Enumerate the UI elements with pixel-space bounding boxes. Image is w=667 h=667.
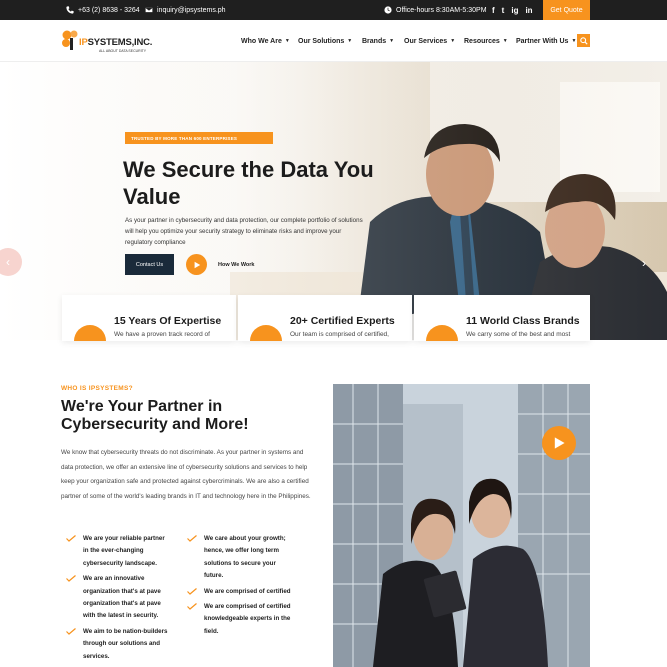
nav-who-we-are[interactable]: Who We Are ▼: [241, 20, 290, 62]
phone-number: +63 (2) 8638 - 3264: [78, 6, 140, 14]
nav-our-services[interactable]: Our Services ▼: [404, 20, 455, 62]
feature-card-experts: 20+ Certified Experts Our team is compri…: [238, 295, 412, 341]
how-we-work-link[interactable]: How We Work: [218, 262, 254, 268]
feature-title: 20+ Certified Experts: [290, 315, 395, 327]
check-icon: [66, 627, 76, 635]
feature-title: 11 World Class Brands: [466, 315, 580, 327]
chevron-down-icon: ▼: [571, 38, 577, 44]
hero-title: We Secure the Data You Value: [123, 157, 374, 209]
star-badge-icon: [250, 325, 282, 341]
search-button[interactable]: [577, 34, 590, 47]
feature-text: We have a proven track record of: [114, 331, 210, 338]
contact-us-button[interactable]: Contact Us: [125, 254, 174, 275]
how-we-work-play-button[interactable]: [186, 254, 207, 275]
chevron-down-icon: ▼: [450, 38, 456, 44]
about-title: We're Your Partner in Cybersecurity and …: [61, 398, 249, 433]
check-icon: [66, 575, 76, 583]
check-icon: [66, 535, 76, 542]
about-description: We know that cybersecurity threats do no…: [61, 449, 311, 500]
play-icon: [194, 261, 200, 268]
search-icon: [579, 36, 588, 45]
chevron-down-icon: ▼: [347, 38, 353, 44]
check-icon: [187, 587, 197, 595]
facebook-icon[interactable]: f: [492, 6, 495, 15]
feature-title: 15 Years Of Expertise: [114, 315, 222, 327]
email-address: inquiry@ipsystems.ph: [157, 6, 226, 14]
list-item: We are comprised of certified knowledgea…: [182, 601, 292, 638]
nav-partner-with-us[interactable]: Partner With Us ▼: [516, 20, 576, 62]
envelope-icon: [145, 7, 153, 13]
list-item: We are comprised of certified: [182, 586, 292, 598]
play-icon: [554, 437, 565, 449]
check-icon: [187, 603, 197, 610]
get-quote-button[interactable]: Get Quote: [543, 0, 590, 20]
feature-card-expertise: 15 Years Of Expertise We have a proven t…: [62, 295, 236, 341]
logo-wordmark: IPSYSTEMS,INC.: [79, 37, 153, 48]
clock-icon: [384, 6, 392, 14]
list-item: We aim to be nation-builders through our…: [61, 626, 171, 663]
feature-card-brands: 11 World Class Brands We carry some of t…: [414, 295, 590, 341]
office-hours: Office-hours 8:30AM-5:30PM: [384, 0, 487, 20]
logo-tagline: ALL ABOUT DATA SECURITY: [99, 49, 147, 53]
section-eyebrow: WHO IS IPSYSTEMS?: [61, 385, 133, 392]
phone-icon: [66, 6, 74, 14]
social-links: f t ig in: [492, 0, 533, 20]
list-item: We care about your growth; hence, we off…: [182, 533, 292, 583]
main-navbar: IPSYSTEMS,INC. ALL ABOUT DATA SECURITY W…: [0, 20, 667, 62]
instagram-icon[interactable]: ig: [511, 6, 518, 15]
trusted-badge: TRUSTED BY MORE THAN 600 ENTERPRISES: [125, 132, 273, 144]
nav-resources[interactable]: Resources ▼: [464, 20, 508, 62]
logo-mark-icon: [62, 30, 78, 50]
phone-contact[interactable]: +63 (2) 8638 - 3264: [66, 0, 140, 20]
bullet-list-right: We care about your growth; hence, we off…: [182, 533, 292, 641]
twitter-icon[interactable]: t: [502, 6, 505, 15]
chevron-down-icon: ▼: [284, 38, 290, 44]
handshake-icon: [74, 325, 106, 341]
email-contact[interactable]: inquiry@ipsystems.ph: [145, 0, 226, 20]
check-icon: [187, 535, 197, 542]
feature-text: We carry some of the best and most: [466, 331, 571, 338]
top-bar: +63 (2) 8638 - 3264 inquiry@ipsystems.ph…: [0, 0, 667, 20]
office-hours-text: Office-hours 8:30AM-5:30PM: [396, 6, 487, 14]
list-item: We are an innovative organization that's…: [61, 573, 171, 623]
video-play-button[interactable]: [542, 426, 576, 460]
feature-text: Our team is comprised of certified,: [290, 331, 389, 338]
company-logo[interactable]: IPSYSTEMS,INC. ALL ABOUT DATA SECURITY: [61, 28, 153, 56]
hero-description: As your partner in cybersecurity and dat…: [125, 217, 363, 246]
list-item: We are your reliable partner in the ever…: [61, 533, 171, 570]
chevron-left-icon: ‹: [6, 255, 10, 269]
bullet-list-left: We are your reliable partner in the ever…: [61, 533, 171, 666]
linkedin-icon[interactable]: in: [525, 6, 532, 15]
chevron-down-icon: ▼: [389, 38, 395, 44]
chevron-down-icon: ▼: [502, 38, 508, 44]
nav-our-solutions[interactable]: Our Solutions ▼: [298, 20, 352, 62]
trophy-icon: [426, 325, 458, 341]
slider-next-button[interactable]: ›: [636, 255, 652, 271]
nav-brands[interactable]: Brands ▼: [362, 20, 394, 62]
chevron-right-icon: ›: [642, 256, 646, 270]
